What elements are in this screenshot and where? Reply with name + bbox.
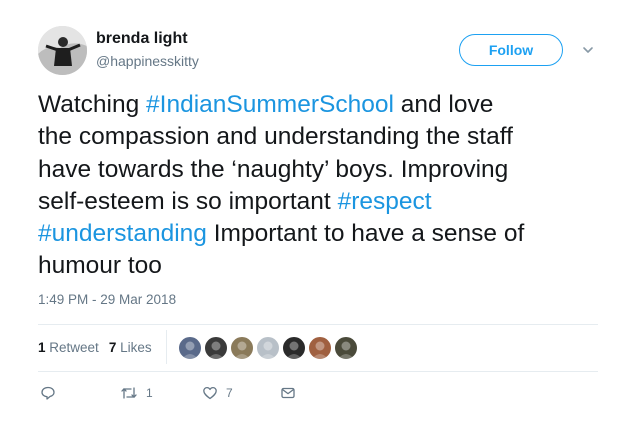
divider: [38, 324, 598, 325]
reply-icon: [40, 385, 56, 401]
tweet-text-segment: humour too: [38, 252, 162, 280]
liker-avatar[interactable]: [204, 336, 228, 360]
like-action-count: 7: [226, 386, 233, 400]
liker-avatar[interactable]: [282, 336, 306, 360]
retweet-action-count: 1: [146, 386, 153, 400]
liker-avatar[interactable]: [178, 336, 202, 360]
tweet-line: Watching #IndianSummerSchool and love: [38, 89, 618, 121]
tweet-text: Watching #IndianSummerSchool and love the…: [38, 89, 618, 283]
avatar[interactable]: [38, 26, 87, 75]
reply-button[interactable]: [40, 385, 56, 401]
like-button[interactable]: 7: [202, 385, 233, 401]
retweet-icon: [120, 385, 138, 401]
likes-stat[interactable]: 7 Likes: [109, 340, 152, 355]
likes-count: 7: [108, 339, 117, 355]
tweet-text-segment: self-esteem is so important: [38, 187, 338, 215]
likes-label: Likes: [120, 339, 152, 355]
dm-button[interactable]: [280, 385, 296, 401]
follow-button[interactable]: Follow: [459, 34, 563, 66]
tweet-text-segment: and love: [393, 91, 494, 118]
divider: [38, 371, 598, 372]
liker-avatar[interactable]: [334, 336, 358, 360]
tweet-timestamp[interactable]: 1:49 PM - 29 Mar 2018: [38, 292, 176, 307]
user-name[interactable]: brenda light: [96, 30, 188, 48]
tweet-text-segment: have towards the ‘naughty’ boys. Improvi…: [38, 155, 509, 183]
hashtag-link[interactable]: #IndianSummerSchool: [146, 91, 394, 118]
hashtag-link[interactable]: #respect: [338, 188, 432, 215]
liker-avatars: [178, 336, 360, 360]
liker-avatar[interactable]: [308, 336, 332, 360]
retweet-stat[interactable]: 1 Retweet: [38, 340, 99, 355]
liker-avatar[interactable]: [230, 336, 254, 360]
retweet-button[interactable]: 1: [120, 385, 153, 401]
tweet-line: humour too: [38, 250, 618, 282]
tweet-stats: 1 Retweet 7 Likes: [38, 339, 162, 355]
tweet-line: #understanding Important to have a sense…: [38, 218, 618, 250]
user-handle[interactable]: @happinesskitty: [96, 53, 199, 69]
tweet-line: the compassion and understanding the sta…: [38, 121, 618, 153]
tweet-line: have towards the ‘naughty’ boys. Improvi…: [38, 154, 618, 186]
hashtag-link[interactable]: #understanding: [38, 220, 207, 247]
tweet-text-segment: Watching: [38, 91, 147, 118]
stats-separator: [166, 330, 167, 364]
envelope-icon: [280, 385, 296, 401]
heart-icon: [202, 385, 218, 401]
retweet-count: 1: [38, 339, 46, 355]
chevron-down-icon[interactable]: [580, 42, 596, 58]
liker-avatar[interactable]: [256, 336, 280, 360]
tweet-actions: 1 7: [38, 385, 598, 405]
tweet-text-segment: Important to have a sense of: [206, 220, 525, 248]
tweet-text-segment: the compassion and understanding the sta…: [38, 123, 513, 151]
tweet-line: self-esteem is so important #respect: [38, 186, 618, 218]
retweet-label: Retweet: [49, 339, 99, 355]
